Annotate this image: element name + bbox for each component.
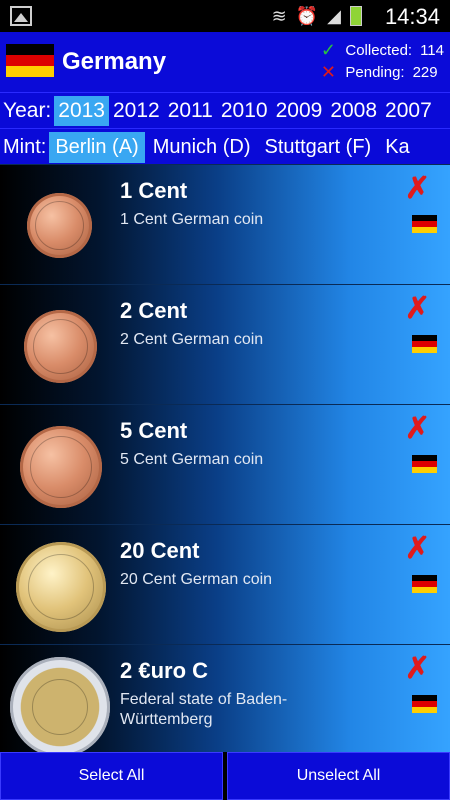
not-collected-icon[interactable]: ✗ xyxy=(405,291,430,326)
header: Germany ✓ Collected: 114 ✕ Pending: 229 xyxy=(0,32,450,92)
gallery-icon xyxy=(10,6,32,26)
mint-option-berlin[interactable]: Berlin (A) xyxy=(49,131,145,163)
year-option-2013[interactable]: 2013 xyxy=(54,96,109,126)
germany-flag-icon xyxy=(6,44,54,77)
coin-row[interactable]: 2 Cent 2 Cent German coin ✗ xyxy=(0,284,450,405)
not-collected-icon[interactable]: ✗ xyxy=(405,171,430,206)
status-bar: ≋ ⏰ ◢ 14:34 xyxy=(0,0,450,32)
germany-flag-icon xyxy=(412,215,437,233)
signal-icon: ◢ xyxy=(327,5,341,26)
mint-label: Mint: xyxy=(3,135,47,158)
germany-flag-icon xyxy=(412,455,437,473)
year-label: Year: xyxy=(3,99,52,122)
coin-row[interactable]: 2 €uro C Federal state of Baden-Württemb… xyxy=(0,644,450,752)
collected-label: Collected: xyxy=(345,41,413,59)
collected-stat: ✓ Collected: 114 xyxy=(319,39,444,61)
battery-icon xyxy=(350,6,362,26)
coin-image xyxy=(27,193,92,258)
not-collected-icon[interactable]: ✗ xyxy=(405,411,430,446)
mint-option-stuttgart[interactable]: Stuttgart (F) xyxy=(259,132,378,163)
pending-stat: ✕ Pending: 229 xyxy=(319,61,444,83)
mint-option-karlsruhe[interactable]: Ka xyxy=(379,132,415,163)
coin-image xyxy=(10,657,110,752)
year-option-2007[interactable]: 2007 xyxy=(381,96,436,126)
coin-list: 1 Cent 1 Cent German coin ✗ 2 Cent 2 Cen… xyxy=(0,164,450,752)
coin-description: 2 Cent German coin xyxy=(120,331,264,348)
select-all-button[interactable]: Select All xyxy=(0,752,223,800)
coin-title: 2 Cent xyxy=(120,298,188,323)
coin-description: 20 Cent German coin xyxy=(120,571,273,588)
year-option-2008[interactable]: 2008 xyxy=(326,96,381,126)
status-icons: ≋ ⏰ ◢ xyxy=(272,5,362,27)
coin-description: 1 Cent German coin xyxy=(120,211,264,228)
country-title: Germany xyxy=(62,48,167,75)
unselect-all-button[interactable]: Unselect All xyxy=(227,752,450,800)
coin-row[interactable]: 5 Cent 5 Cent German coin ✗ xyxy=(0,404,450,525)
clock: 14:34 xyxy=(384,4,440,29)
year-option-2011[interactable]: 2011 xyxy=(164,96,217,126)
year-option-2010[interactable]: 2010 xyxy=(217,96,272,126)
check-icon: ✓ xyxy=(320,39,336,60)
year-option-2012[interactable]: 2012 xyxy=(109,96,164,126)
coin-title: 2 €uro C xyxy=(120,658,209,683)
coin-description: 5 Cent German coin xyxy=(120,451,264,468)
collection-stats: ✓ Collected: 114 ✕ Pending: 229 xyxy=(319,39,444,83)
not-collected-icon[interactable]: ✗ xyxy=(405,651,430,686)
year-filter-bar: Year: 2013 2012 2011 2010 2009 2008 2007 xyxy=(0,92,450,129)
not-collected-icon[interactable]: ✗ xyxy=(405,531,430,566)
pending-value: 229 xyxy=(412,63,438,81)
coin-title: 1 Cent xyxy=(120,178,188,203)
coin-description: Federal state of Baden-Württemberg xyxy=(120,691,288,728)
germany-flag-icon xyxy=(412,335,437,353)
mint-filter-bar: Mint: Berlin (A) Munich (D) Stuttgart (F… xyxy=(0,128,450,165)
coin-row[interactable]: 1 Cent 1 Cent German coin ✗ xyxy=(0,164,450,285)
footer: Select All Unselect All xyxy=(0,752,450,800)
coin-row[interactable]: 20 Cent 20 Cent German coin ✗ xyxy=(0,524,450,645)
year-option-2009[interactable]: 2009 xyxy=(272,96,327,126)
pending-label: Pending: xyxy=(345,63,405,81)
germany-flag-icon xyxy=(412,695,437,713)
germany-flag-icon xyxy=(412,575,437,593)
collected-value: 114 xyxy=(420,41,444,59)
coin-title: 5 Cent xyxy=(120,418,188,443)
mint-option-munich[interactable]: Munich (D) xyxy=(147,132,257,163)
alarm-icon: ⏰ xyxy=(295,5,319,26)
coin-image xyxy=(16,542,106,632)
coin-title: 20 Cent xyxy=(120,538,200,563)
wifi-icon: ≋ xyxy=(271,5,287,26)
cross-icon: ✕ xyxy=(320,61,336,82)
coin-image xyxy=(20,426,102,508)
coin-image xyxy=(24,310,97,383)
